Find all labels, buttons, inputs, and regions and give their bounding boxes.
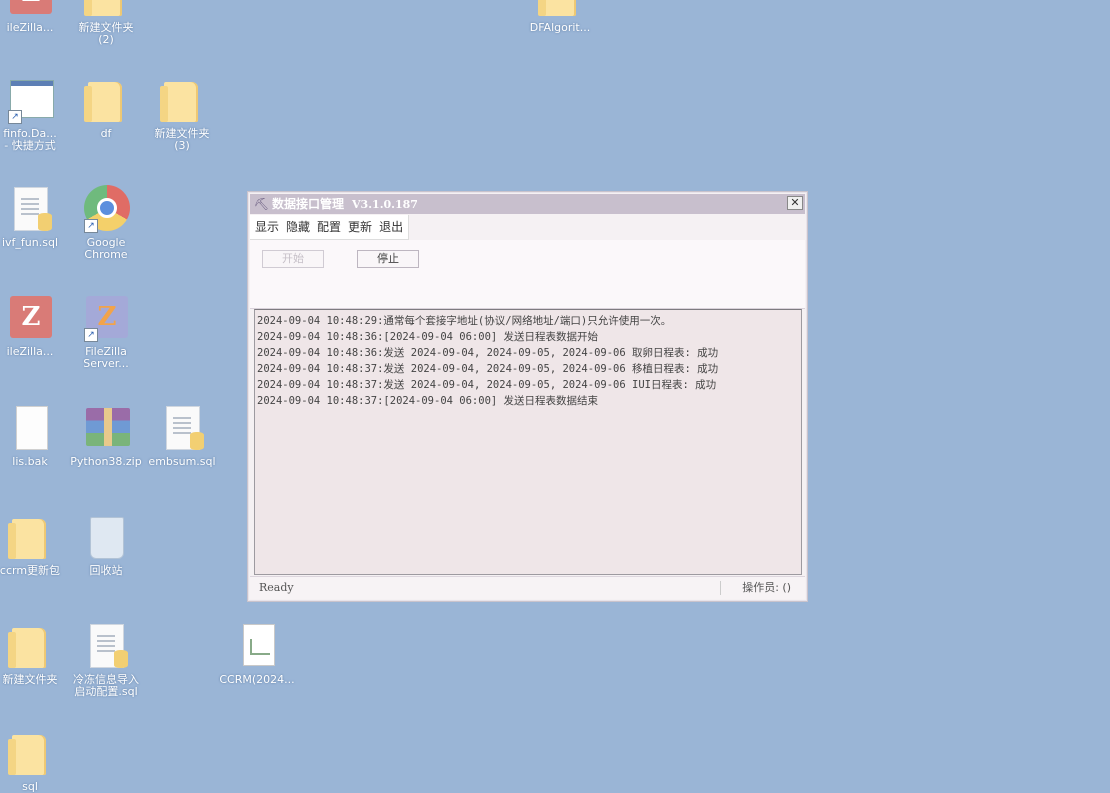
status-operator: 操作员: () bbox=[742, 581, 791, 594]
chrome-icon: ↗ bbox=[82, 185, 130, 233]
desktop-icon-label: 回收站 bbox=[89, 564, 123, 577]
menu-show[interactable]: 显示 bbox=[255, 220, 279, 234]
desktop-icon-ivf-fun-sql[interactable]: ivf_fun.sql bbox=[0, 185, 70, 249]
desktop-icon-label: CCRM(2024... bbox=[219, 673, 295, 686]
desktop-icon-label: 新建文件夹 (3) bbox=[154, 127, 210, 152]
menu-bar: 显示 隐藏 配置 更新 退出 bbox=[250, 215, 409, 240]
app-tool-icon: ⛏ bbox=[254, 197, 270, 211]
toolbar: 开始 停止 bbox=[250, 240, 805, 309]
log-line: 2024-09-04 10:48:36:[2024-09-04 06:00] 发… bbox=[257, 331, 599, 343]
folder-icon bbox=[536, 0, 584, 18]
folder-icon bbox=[6, 622, 54, 670]
zip-archive-icon bbox=[82, 404, 130, 452]
desktop-icon-label: ileZilla... bbox=[6, 345, 54, 358]
log-output[interactable]: 2024-09-04 10:48:29:通常每个套接字地址(协议/网络地址/端口… bbox=[254, 309, 802, 575]
desktop-icon-finfo-shortcut[interactable]: ↗ finfo.Da... - 快捷方式 bbox=[0, 76, 70, 152]
desktop-icon-label: DFAlgorit... bbox=[529, 21, 591, 34]
menu-exit[interactable]: 退出 bbox=[379, 220, 403, 234]
start-button[interactable]: 开始 bbox=[262, 250, 324, 268]
filezilla-icon: Z bbox=[6, 294, 54, 342]
shortcut-arrow-icon: ↗ bbox=[8, 110, 22, 124]
app-window-icon: ↗ bbox=[6, 76, 54, 124]
desktop-icon-label: lis.bak bbox=[12, 455, 48, 468]
desktop-icon-dfalgorithm[interactable]: DFAlgorit... bbox=[520, 0, 600, 34]
window-titlebar[interactable]: ⛏ 数据接口管理 V3.1.0.187 ✕ bbox=[250, 194, 805, 214]
stop-button[interactable]: 停止 bbox=[357, 250, 419, 268]
desktop-icon-label: embsum.sql bbox=[148, 455, 216, 468]
log-line: 2024-09-04 10:48:37:发送 2024-09-04, 2024-… bbox=[257, 379, 717, 391]
folder-icon bbox=[82, 0, 130, 18]
recycle-bin-icon bbox=[82, 513, 130, 561]
blank-file-icon bbox=[6, 404, 54, 452]
desktop-icon-label: df bbox=[100, 127, 112, 140]
close-icon: ✕ bbox=[790, 196, 800, 209]
folder-icon bbox=[6, 729, 54, 777]
desktop-icon-lis-bak[interactable]: lis.bak bbox=[0, 404, 70, 468]
desktop-icon-label: 新建文件夹 (2) bbox=[78, 21, 134, 46]
window-title: 数据接口管理 V3.1.0.187 bbox=[272, 197, 418, 211]
log-line: 2024-09-04 10:48:29:通常每个套接字地址(协议/网络地址/端口… bbox=[257, 315, 672, 327]
desktop-icon-label: 新建文件夹 bbox=[2, 673, 58, 686]
log-line: 2024-09-04 10:48:37:发送 2024-09-04, 2024-… bbox=[257, 363, 719, 375]
data-interface-manager-window: ⛏ 数据接口管理 V3.1.0.187 ✕ 显示 隐藏 配置 更新 退出 开始 停止 20… bbox=[247, 191, 808, 602]
menu-config[interactable]: 配置 bbox=[317, 220, 341, 234]
menu-update[interactable]: 更新 bbox=[348, 220, 372, 234]
filezilla-icon: Z bbox=[6, 0, 54, 18]
close-button[interactable]: ✕ bbox=[787, 196, 803, 210]
sql-file-icon bbox=[158, 404, 206, 452]
shortcut-arrow-icon: ↗ bbox=[84, 219, 98, 233]
menu-hide[interactable]: 隐藏 bbox=[286, 220, 310, 234]
desktop-icon-new-folder-3[interactable]: 新建文件夹 (3) bbox=[142, 76, 222, 152]
folder-icon bbox=[6, 513, 54, 561]
desktop-icon-label: 冷冻信息导入 启动配置.sql bbox=[73, 673, 139, 698]
desktop-icon-label: FileZilla Server... bbox=[83, 345, 129, 370]
status-ready: Ready bbox=[259, 581, 294, 594]
window-version: V3.1.0.187 bbox=[352, 198, 418, 211]
desktop-icon-label: sql bbox=[22, 780, 38, 793]
desktop-icon-label: finfo.Da... - 快捷方式 bbox=[3, 127, 57, 152]
sql-file-icon bbox=[82, 622, 130, 670]
shortcut-arrow-icon: ↗ bbox=[84, 328, 98, 342]
desktop-icon-new-folder[interactable]: 新建文件夹 bbox=[0, 622, 70, 686]
desktop-icon-label: Google Chrome bbox=[84, 236, 128, 261]
chart-document-icon bbox=[233, 622, 281, 670]
filezilla-server-icon: Z ↗ bbox=[82, 294, 130, 342]
status-divider bbox=[720, 581, 721, 595]
desktop-icon-label: ileZilla... bbox=[6, 21, 54, 34]
desktop-icon-embsum-sql[interactable]: embsum.sql bbox=[142, 404, 222, 468]
desktop-icon-sql-folder[interactable]: sql bbox=[0, 729, 70, 793]
desktop-icon-filezilla-server[interactable]: Z ↗ FileZilla Server... bbox=[66, 294, 146, 370]
desktop-icon-df[interactable]: df bbox=[66, 76, 146, 140]
log-line: 2024-09-04 10:48:37:[2024-09-04 06:00] 发… bbox=[257, 395, 599, 407]
desktop-icon-ccrm-2024[interactable]: CCRM(2024... bbox=[217, 622, 297, 686]
desktop-icon-label: ivf_fun.sql bbox=[1, 236, 59, 249]
desktop-icon-new-folder-2[interactable]: 新建文件夹 (2) bbox=[66, 0, 146, 46]
sql-file-icon bbox=[6, 185, 54, 233]
desktop-icon-label: ccrm更新包 bbox=[0, 564, 61, 577]
folder-icon bbox=[158, 76, 206, 124]
desktop-icon-filezilla-1[interactable]: Z ileZilla... bbox=[0, 0, 70, 34]
status-bar: Ready 操作员: () bbox=[250, 576, 805, 599]
desktop-icon-python38-zip[interactable]: Python38.zip bbox=[66, 404, 146, 468]
folder-icon bbox=[82, 76, 130, 124]
log-line: 2024-09-04 10:48:36:发送 2024-09-04, 2024-… bbox=[257, 347, 719, 359]
desktop-icon-freeze-import-sql[interactable]: 冷冻信息导入 启动配置.sql bbox=[66, 622, 146, 698]
desktop-icon-google-chrome[interactable]: ↗ Google Chrome bbox=[66, 185, 146, 261]
desktop-icon-filezilla-2[interactable]: Z ileZilla... bbox=[0, 294, 70, 358]
desktop-icon-ccrm-update[interactable]: ccrm更新包 bbox=[0, 513, 70, 577]
desktop-icon-recycle-bin[interactable]: 回收站 bbox=[66, 513, 146, 577]
desktop-icon-label: Python38.zip bbox=[70, 455, 142, 468]
